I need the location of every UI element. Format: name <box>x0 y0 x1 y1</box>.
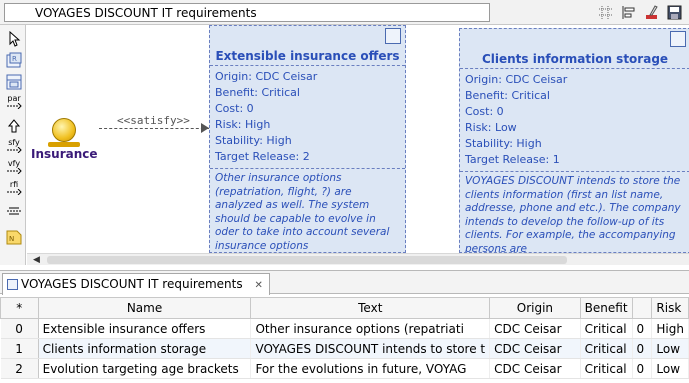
satisfy-edge[interactable] <box>99 128 209 129</box>
satisfy-edge-label: <<satisfy>> <box>117 114 190 127</box>
requirements-table: * Name Text Origin Benefit Risk 0 Extens… <box>0 297 689 379</box>
requirement-node[interactable]: Clients information storage Origin: CDC … <box>459 28 689 253</box>
requirement-target-release: Target Release: 1 <box>465 153 560 166</box>
requirement-properties: Origin: CDC Ceisar Benefit: Critical Cos… <box>460 69 689 172</box>
diagram-canvas[interactable]: Insurance <<satisfy>> Extensible insuran… <box>27 25 689 265</box>
requirement-title: Clients information storage <box>481 52 669 66</box>
cell-risk[interactable]: Low <box>651 358 689 379</box>
requirement-cost: Cost: 0 <box>465 105 504 118</box>
column-header-risk[interactable]: Risk <box>651 297 689 319</box>
grid-icon[interactable] <box>597 4 614 21</box>
scroll-left-arrow-icon[interactable]: ◀ <box>33 255 40 265</box>
requirement-header: Clients information storage <box>460 29 689 69</box>
requirement-origin: Origin: CDC Ceisar <box>215 70 318 83</box>
requirement-node[interactable]: Extensible insurance offers Origin: CDC … <box>209 25 406 253</box>
requirement-description: VOYAGES DISCOUNT intends to store the cl… <box>465 175 681 253</box>
cell-risk[interactable]: High <box>651 318 689 339</box>
requirement-stability: Stability: High <box>215 134 292 147</box>
cell-cost[interactable]: 0 <box>632 358 653 379</box>
actor-icon[interactable] <box>52 118 76 142</box>
row-index: 1 <box>0 338 39 359</box>
link-icon[interactable] <box>6 206 22 222</box>
requirement-properties: Origin: CDC Ceisar Benefit: Critical Cos… <box>210 66 405 169</box>
diagram-title-field[interactable]: VOYAGES DISCOUNT IT requirements <box>4 3 490 22</box>
requirement-benefit: Benefit: Critical <box>215 86 300 99</box>
scrollbar-thumb[interactable] <box>47 256 567 264</box>
app-window: VOYAGES DISCOUNT IT requirements R par s… <box>0 0 689 383</box>
cell-origin[interactable]: CDC Ceisar <box>489 358 581 379</box>
requirement-cost: Cost: 0 <box>215 102 254 115</box>
cell-origin[interactable]: CDC Ceisar <box>489 338 581 359</box>
format-brush-icon[interactable] <box>643 4 660 21</box>
requirement-group-icon[interactable] <box>6 74 22 90</box>
cell-origin[interactable]: CDC Ceisar <box>489 318 581 339</box>
sfy-link-label: sfy <box>8 138 20 147</box>
sfy-link-icon[interactable]: sfy <box>6 139 22 155</box>
actor-label[interactable]: Insurance <box>31 147 98 161</box>
svg-text:R: R <box>12 55 17 63</box>
editor-toolbar: VOYAGES DISCOUNT IT requirements <box>0 0 689 25</box>
cell-name[interactable]: Extensible insurance offers <box>38 318 252 339</box>
requirement-risk: Risk: High <box>215 118 271 131</box>
requirements-table-icon <box>7 279 18 290</box>
vfy-link-icon[interactable]: vfy <box>6 160 22 176</box>
cell-name[interactable]: Clients information storage <box>38 338 252 359</box>
requirement-icon <box>385 28 401 44</box>
column-header-cost[interactable] <box>631 297 653 319</box>
cell-risk[interactable]: Low <box>651 338 689 359</box>
refine-arrow-icon[interactable] <box>6 118 22 134</box>
canvas-horizontal-scrollbar[interactable]: ◀ <box>27 253 689 265</box>
panel-tab-bar: VOYAGES DISCOUNT IT requirements ✕ <box>0 270 689 295</box>
tab-requirements-table[interactable]: VOYAGES DISCOUNT IT requirements ✕ <box>2 273 270 295</box>
requirement-header: Extensible insurance offers <box>210 26 405 66</box>
par-link-label: par <box>7 94 21 103</box>
rfi-link-icon[interactable]: rfi <box>6 181 22 197</box>
requirement-icon[interactable]: R <box>6 52 22 68</box>
column-header-benefit[interactable]: Benefit <box>579 297 633 319</box>
requirement-benefit: Benefit: Critical <box>465 89 550 102</box>
cell-benefit[interactable]: Critical <box>580 338 633 359</box>
requirement-stability: Stability: High <box>465 137 542 150</box>
align-icon[interactable] <box>620 4 637 21</box>
cell-benefit[interactable]: Critical <box>580 358 633 379</box>
column-header-origin[interactable]: Origin <box>489 297 581 319</box>
save-icon[interactable] <box>666 4 683 21</box>
tool-palette: R par sfy vfy rfi N <box>0 25 26 265</box>
column-header-index[interactable]: * <box>0 297 39 319</box>
svg-text:N: N <box>9 235 14 243</box>
table-row[interactable]: 1 Clients information storage VOYAGES DI… <box>0 338 689 359</box>
row-index: 2 <box>0 358 39 379</box>
cell-text[interactable]: Other insurance options (repatriati <box>250 318 491 339</box>
satisfy-edge-arrowhead <box>201 123 209 133</box>
cell-text[interactable]: VOYAGES DISCOUNT intends to store t <box>250 338 491 359</box>
cell-benefit[interactable]: Critical <box>580 318 633 339</box>
cell-text[interactable]: For the evolutions in future, VOYAG <box>250 358 491 379</box>
select-arrow-icon[interactable] <box>6 30 22 47</box>
close-icon[interactable]: ✕ <box>254 280 262 291</box>
column-header-name[interactable]: Name <box>37 297 252 319</box>
rfi-link-label: rfi <box>9 180 19 189</box>
column-header-text[interactable]: Text <box>250 297 491 319</box>
requirement-risk: Risk: Low <box>465 121 517 134</box>
table-row[interactable]: 2 Evolution targeting age brackets For t… <box>0 358 689 379</box>
tab-label: VOYAGES DISCOUNT IT requirements <box>21 277 243 291</box>
requirement-description: Other insurance options (repatriation, f… <box>215 172 390 252</box>
note-icon[interactable]: N <box>6 229 22 245</box>
requirement-icon <box>670 31 686 47</box>
requirement-origin: Origin: CDC Ceisar <box>465 73 568 86</box>
cell-cost[interactable]: 0 <box>632 318 653 339</box>
cell-name[interactable]: Evolution targeting age brackets <box>38 358 252 379</box>
requirement-target-release: Target Release: 2 <box>215 150 310 163</box>
table-row[interactable]: 0 Extensible insurance offers Other insu… <box>0 318 689 339</box>
vfy-link-label: vfy <box>7 159 21 168</box>
cell-cost[interactable]: 0 <box>632 338 653 359</box>
par-link-icon[interactable]: par <box>6 95 22 111</box>
requirement-title: Extensible insurance offers <box>215 49 400 63</box>
table-header-row: * Name Text Origin Benefit Risk <box>0 297 689 319</box>
row-index: 0 <box>0 318 39 339</box>
